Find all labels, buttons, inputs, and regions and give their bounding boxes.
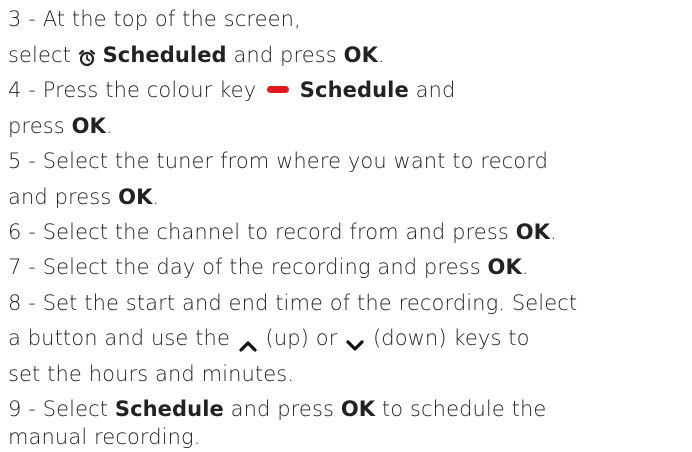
step-8-line-2: a button and use the (up) or (down) keys… bbox=[8, 323, 530, 353]
step-3-select-text: select bbox=[8, 43, 78, 67]
step-7-period: . bbox=[521, 255, 529, 279]
step-4-and: and bbox=[408, 78, 456, 102]
step-5-period: . bbox=[152, 185, 160, 209]
step-5-text: 5 - Select the tuner from where you want… bbox=[8, 149, 549, 173]
step-5-press-text: and press bbox=[8, 185, 119, 209]
step-9-line-1: 9 - Select Schedule and press OK to sche… bbox=[8, 394, 546, 424]
chevron-down-icon bbox=[344, 331, 366, 351]
step-8-use-text: a button and use the bbox=[8, 326, 237, 350]
step-6-line: 6 - Select the channel to record from an… bbox=[8, 217, 557, 247]
step-9-schedule-text: to schedule the bbox=[375, 397, 547, 421]
ok-key-label: OK bbox=[118, 185, 153, 209]
step-9-text: 9 - Select bbox=[8, 397, 115, 421]
step-9-line-2: manual recording. bbox=[8, 422, 201, 452]
schedule-label: Schedule bbox=[114, 397, 224, 421]
step-6-text: 6 - Select the channel to record from an… bbox=[8, 220, 516, 244]
step-9-manual-text: manual recording. bbox=[8, 425, 201, 449]
step-4-period: . bbox=[105, 114, 113, 138]
step-3-line-2: select Scheduled and press OK. bbox=[8, 40, 385, 70]
schedule-key-label: Schedule bbox=[299, 78, 409, 102]
step-9-press-text: and press bbox=[223, 397, 341, 421]
step-7-line: 7 - Select the day of the recording and … bbox=[8, 252, 529, 282]
step-3-period: . bbox=[377, 43, 385, 67]
ok-key-label: OK bbox=[343, 43, 378, 67]
step-8-hours-text: set the hours and minutes. bbox=[8, 362, 295, 386]
down-key-text: (down) keys to bbox=[366, 326, 530, 350]
scheduled-label: Scheduled bbox=[102, 43, 227, 67]
ok-key-label: OK bbox=[515, 220, 551, 244]
step-8-text: 8 - Set the start and end time of the re… bbox=[8, 291, 578, 315]
step-5-line-2: and press OK. bbox=[8, 182, 159, 212]
ok-key-label: OK bbox=[340, 397, 376, 421]
step-8-line-1: 8 - Set the start and end time of the re… bbox=[8, 288, 577, 318]
step-4-press-text: press bbox=[8, 114, 72, 138]
step-7-text: 7 - Select the day of the recording and … bbox=[8, 255, 488, 279]
step-3-and-press-text: and press bbox=[226, 43, 344, 67]
chevron-up-icon bbox=[237, 331, 259, 352]
step-6-period: . bbox=[550, 220, 557, 244]
step-4-line-2: press OK. bbox=[8, 111, 113, 141]
step-8-line-3: set the hours and minutes. bbox=[8, 359, 294, 389]
alarm-clock-icon bbox=[78, 45, 96, 67]
step-3-text: 3 - At the top of the screen, bbox=[8, 7, 301, 31]
ok-key-label: OK bbox=[487, 255, 522, 279]
step-4-line-1: 4 - Press the colour key Schedule and bbox=[8, 75, 455, 105]
step-3-line-1: 3 - At the top of the screen, bbox=[8, 4, 301, 34]
red-colour-key-icon bbox=[267, 85, 290, 93]
step-5-line-1: 5 - Select the tuner from where you want… bbox=[8, 146, 548, 176]
up-key-text: (up) or bbox=[258, 326, 345, 350]
step-4-text: 4 - Press the colour key bbox=[8, 78, 264, 102]
ok-key-label: OK bbox=[71, 114, 106, 138]
manual-page: 3 - At the top of the screen, select Sch… bbox=[0, 0, 692, 449]
